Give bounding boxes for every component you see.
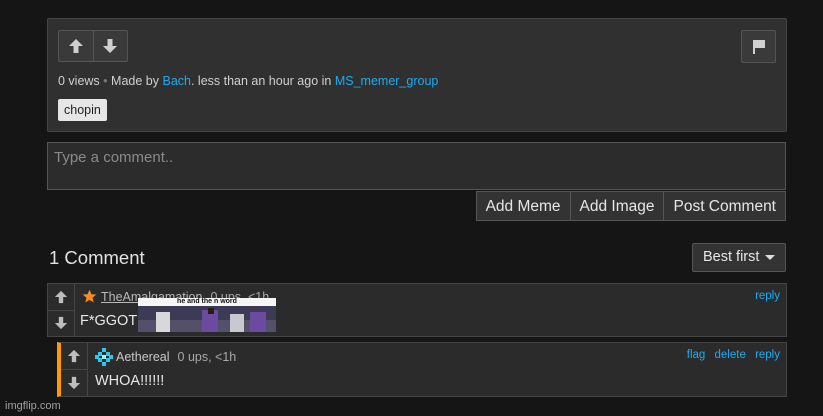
flag-button[interactable] [741, 30, 776, 63]
post-comment-button[interactable]: Post Comment [664, 191, 786, 221]
stream-link[interactable]: MS_memer_group [335, 74, 439, 88]
separator-dot: • [103, 74, 108, 88]
time-label: . less than an hour ago in [190, 74, 332, 88]
comment-count: 1 Comment [49, 247, 145, 268]
imgflip-watermark: imgflip.com [5, 400, 61, 412]
arrow-up-icon [68, 39, 83, 53]
comment-text: WHOA!!!!!! [95, 373, 165, 389]
star-icon [82, 289, 97, 303]
diamond-icon [95, 348, 113, 366]
comment-actions: Add Meme Add Image Post Comment [475, 191, 786, 221]
add-image-button[interactable]: Add Image [570, 191, 665, 221]
comment-upvote-button[interactable] [48, 284, 74, 310]
post-info-panel: 0 views • Made by Bach. less than an hou… [47, 18, 787, 132]
reply-link[interactable]: reply [755, 290, 780, 302]
delete-link[interactable]: delete [715, 349, 746, 361]
made-by-label: Made by [111, 74, 159, 88]
add-meme-button[interactable]: Add Meme [475, 191, 571, 221]
comment-actions-links: reply [755, 290, 780, 302]
reply-link[interactable]: reply [755, 349, 780, 361]
post-meta: 0 views • Made by Bach. less than an hou… [58, 74, 438, 88]
upvote-button[interactable] [59, 31, 93, 61]
arrow-up-icon [54, 290, 68, 303]
meme-caption: he and the n word [138, 298, 276, 306]
comment-actions-links: flag delete reply [687, 349, 780, 361]
reply-comment-item: Aethereal 0 ups, <1h WHOA!!!!!! flag del… [57, 342, 787, 397]
downvote-button[interactable] [92, 31, 128, 61]
comment-input[interactable] [47, 142, 786, 190]
comment-downvote-button[interactable] [61, 369, 87, 396]
author-link[interactable]: Bach [162, 74, 191, 88]
arrow-down-icon [54, 317, 68, 330]
view-count: 0 views [58, 74, 100, 88]
arrow-down-icon [103, 39, 118, 53]
comment-vote-column [48, 284, 75, 336]
comment-header: Aethereal 0 ups, <1h [95, 348, 236, 366]
arrow-up-icon [67, 349, 81, 363]
arrow-down-icon [67, 376, 81, 390]
comment-meme-image[interactable]: he and the n word [138, 298, 276, 332]
sort-dropdown[interactable]: Best first [692, 243, 786, 272]
tag-chip[interactable]: chopin [58, 99, 107, 121]
comment-stats: 0 ups, <1h [177, 350, 237, 364]
comment-downvote-button[interactable] [48, 309, 74, 337]
chevron-down-icon [765, 254, 776, 260]
post-vote-box [58, 30, 128, 62]
sort-label: Best first [703, 249, 760, 265]
comment-text: F*GGOT [80, 313, 138, 329]
comment-upvote-button[interactable] [61, 343, 87, 369]
flag-icon [752, 39, 765, 54]
flag-link[interactable]: flag [687, 349, 706, 361]
meme-photo [138, 306, 276, 332]
comment-vote-column [61, 343, 88, 396]
comment-username[interactable]: Aethereal [116, 350, 170, 364]
